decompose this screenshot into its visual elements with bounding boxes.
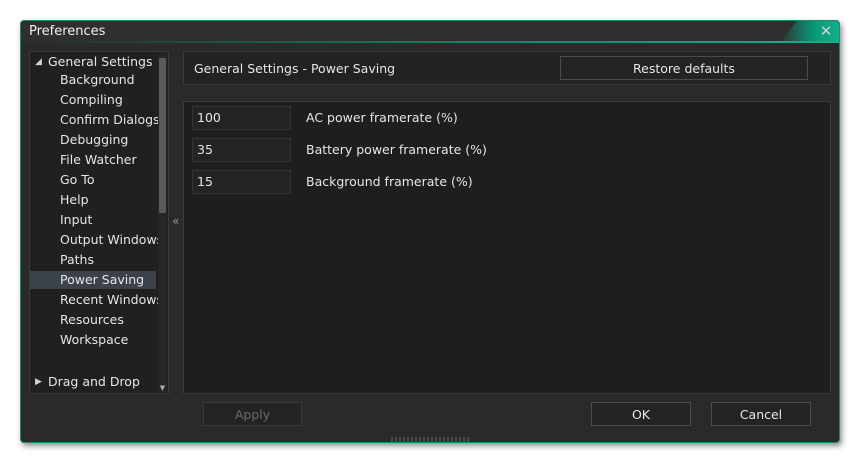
- background-framerate-input[interactable]: 15: [192, 170, 291, 194]
- tree-item-file-watcher[interactable]: File Watcher: [30, 151, 156, 169]
- scroll-down-arrow-icon[interactable]: ▼: [159, 384, 166, 392]
- section-header: General Settings - Power Saving Restore …: [183, 51, 831, 85]
- tree-item-label: Compiling: [60, 92, 123, 107]
- tree-item-confirm-dialogs[interactable]: Confirm Dialogs: [30, 111, 160, 129]
- tree-item-compiling[interactable]: Compiling: [30, 91, 156, 109]
- scrollbar-thumb[interactable]: [159, 58, 166, 213]
- cancel-button[interactable]: Cancel: [711, 402, 811, 426]
- tree-item-general-settings[interactable]: ◢ General Settings: [30, 53, 156, 71]
- tree-item-label: Help: [60, 192, 89, 207]
- tree-item-label: File Watcher: [60, 152, 137, 167]
- tree-item-drag-and-drop[interactable]: ▶ Drag and Drop: [30, 373, 156, 391]
- tree-item-go-to[interactable]: Go To: [30, 171, 156, 189]
- title-bar[interactable]: Preferences ✕: [21, 21, 839, 43]
- tree-item-recent-windows[interactable]: Recent Windows: [30, 291, 163, 309]
- battery-power-framerate-label: Battery power framerate (%): [306, 142, 487, 157]
- battery-power-framerate-input[interactable]: 35: [192, 138, 291, 162]
- tree-item-label: Input: [60, 212, 93, 227]
- titlebar-gradient-line: [21, 41, 839, 43]
- settings-panel: 100 AC power framerate (%) 35 Battery po…: [183, 101, 831, 394]
- tree-item-output-windows[interactable]: Output Windows: [30, 231, 163, 249]
- apply-button[interactable]: Apply: [203, 402, 302, 426]
- tree-item-power-saving[interactable]: Power Saving: [30, 271, 156, 289]
- section-title: General Settings - Power Saving: [194, 61, 396, 76]
- tree-item-paths[interactable]: Paths: [30, 251, 156, 269]
- tree-item-label: Paths: [60, 252, 94, 267]
- settings-tree: ◢ General Settings Background Compiling …: [29, 51, 169, 394]
- tree-item-label: Debugging: [60, 132, 129, 147]
- ac-power-framerate-label: AC power framerate (%): [306, 110, 458, 125]
- tree-item-label: Confirm Dialogs: [60, 112, 160, 127]
- close-icon[interactable]: ✕: [819, 23, 833, 39]
- tree-item-label: Recent Windows: [60, 292, 163, 307]
- tree-item-label: Drag and Drop: [48, 374, 140, 389]
- tree-item-background[interactable]: Background: [30, 71, 156, 89]
- background-framerate-label: Background framerate (%): [306, 174, 473, 189]
- tree-item-resources[interactable]: Resources: [30, 311, 156, 329]
- tree-item-help[interactable]: Help: [30, 191, 156, 209]
- tree-item-label: Power Saving: [60, 272, 145, 287]
- expanded-triangle-icon[interactable]: ◢: [35, 53, 42, 71]
- tree-item-label: Workspace: [60, 332, 129, 347]
- ok-button[interactable]: OK: [591, 402, 691, 426]
- tree-item-label: Background: [60, 72, 135, 87]
- tree-item-workspace[interactable]: Workspace: [30, 331, 156, 349]
- preferences-window: Preferences ✕ ◢ General Settings Backgro…: [20, 20, 840, 443]
- tree-item-debugging[interactable]: Debugging: [30, 131, 156, 149]
- window-title: Preferences: [29, 24, 106, 39]
- resize-grip[interactable]: [391, 437, 471, 442]
- tree-item-input[interactable]: Input: [30, 211, 156, 229]
- collapse-sidebar-icon[interactable]: «: [172, 214, 182, 228]
- restore-defaults-button[interactable]: Restore defaults: [560, 56, 808, 80]
- ac-power-framerate-input[interactable]: 100: [192, 106, 291, 130]
- tree-item-label: Resources: [60, 312, 124, 327]
- tree-item-label: Output Windows: [60, 232, 164, 247]
- tree-scrollbar[interactable]: ▼: [158, 53, 167, 392]
- collapsed-triangle-icon[interactable]: ▶: [35, 373, 42, 391]
- tree-item-label: Go To: [60, 172, 95, 187]
- tree-item-label: General Settings: [48, 54, 153, 69]
